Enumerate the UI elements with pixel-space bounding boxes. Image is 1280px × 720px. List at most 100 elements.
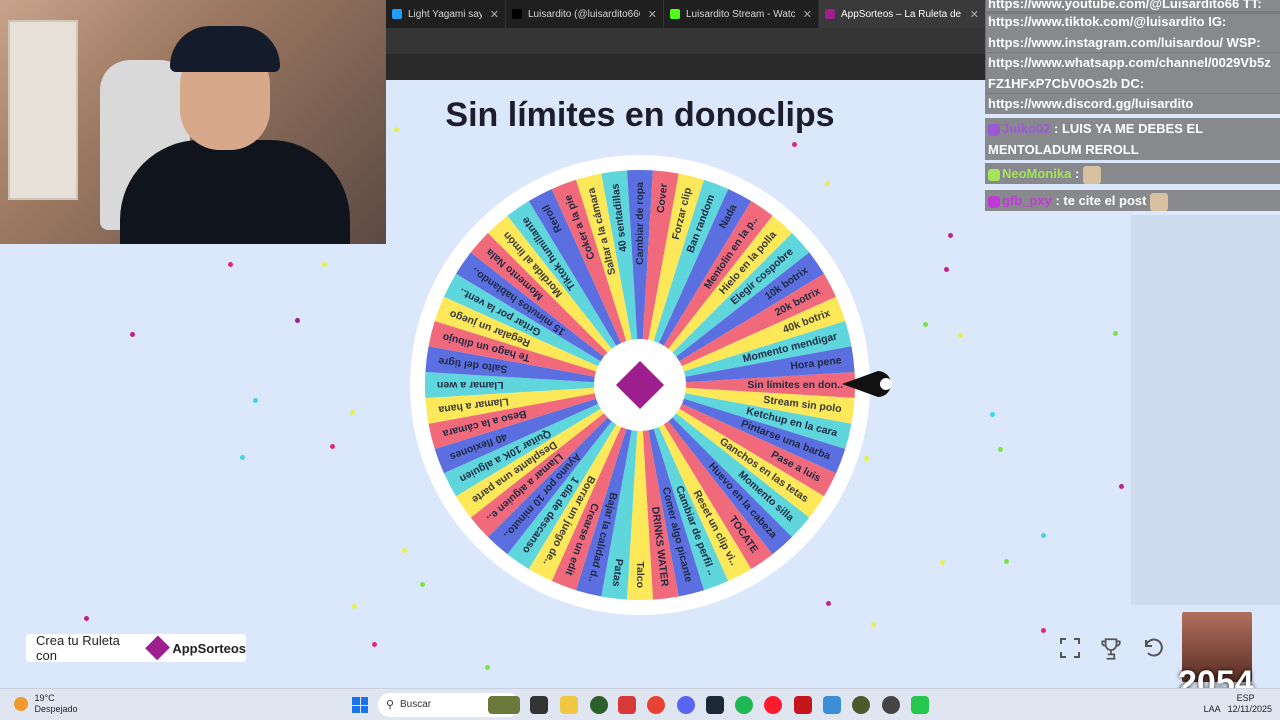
- tab-close-icon[interactable]: ✕: [970, 8, 979, 21]
- streamer-cap: [170, 26, 280, 72]
- chat-line: MENTOLADUM REROLL: [985, 139, 1280, 160]
- confetti-piece: [330, 444, 335, 449]
- confetti-piece: [130, 332, 135, 337]
- stream-chat: https://www.youtube.com/@Luisardito66 TT…: [985, 0, 1280, 215]
- spotify-icon[interactable]: [735, 696, 753, 714]
- chat-username[interactable]: NeoMonika: [1002, 166, 1071, 181]
- opera-icon[interactable]: [764, 696, 782, 714]
- clock-date: 12/11/2025: [1227, 704, 1272, 714]
- wheel-segment-label: Talco: [634, 561, 646, 588]
- confetti-piece: [402, 548, 407, 553]
- app-dark-icon[interactable]: [882, 696, 900, 714]
- steam-icon[interactable]: [706, 696, 724, 714]
- chat-username[interactable]: Juiko02: [1002, 121, 1050, 136]
- chat-line: NeoMonika :: [985, 163, 1280, 184]
- tab-label: Light Yagami saying: [408, 8, 482, 20]
- confetti-piece: [998, 447, 1003, 452]
- tab-close-icon[interactable]: ✕: [803, 8, 812, 21]
- roulette-wheel[interactable]: Sin límites en don..Stream sin poloKetch…: [410, 155, 870, 615]
- chat-message: MENTOLADUM REROLL: [988, 142, 1139, 157]
- browser-tab[interactable]: AppSorteos – La Ruleta de ✕: [819, 0, 986, 28]
- lang-indicator: ESP: [1236, 693, 1255, 703]
- wheel-segment-label: Sin límites en don..: [747, 379, 843, 391]
- chat-badge-icon: [988, 195, 1000, 208]
- chat-message: : te cite el post: [1051, 193, 1147, 208]
- confetti-piece: [352, 604, 357, 609]
- xbox-icon[interactable]: [590, 696, 608, 714]
- chat-line: Juiko02 : LUIS YA ME DEBES EL: [985, 118, 1280, 139]
- widget-game-icon[interactable]: [488, 696, 520, 714]
- confetti-piece: [350, 410, 355, 415]
- page-title: Sin límites en donoclips: [445, 96, 835, 134]
- chat-message: : LUIS YA ME DEBES EL: [1050, 121, 1204, 136]
- streamer-body: [120, 140, 350, 244]
- confetti-piece: [253, 398, 258, 403]
- chrome-icon[interactable]: [647, 696, 665, 714]
- wheel-pointer: [842, 371, 892, 397]
- weather-widget[interactable]: 19°C Despejado: [14, 693, 78, 715]
- chat-message: https://www.instagram.com/luisardou/ WSP…: [988, 35, 1261, 50]
- search-icon: ⚲: [386, 699, 395, 711]
- confetti-piece: [940, 560, 945, 565]
- chat-message: :: [1071, 166, 1080, 181]
- confetti-piece: [372, 642, 377, 647]
- fullscreen-icon[interactable]: [1057, 636, 1083, 662]
- browser-tab[interactable]: Light Yagami saying ✕: [386, 0, 506, 28]
- search-placeholder: Buscar: [400, 699, 432, 710]
- chat-line: FZ1HFxP7CbV0Os2b DC:: [985, 73, 1280, 94]
- bookmarks-bar: [386, 54, 986, 80]
- wheel-segment-label: Llamar a wen: [437, 379, 504, 391]
- system-tray[interactable]: ESP LAA 12/11/2025: [1204, 693, 1272, 715]
- chat-emote-icon: [1150, 192, 1169, 211]
- app-red-icon[interactable]: [618, 696, 636, 714]
- chat-message: https://www.tiktok.com/@luisardito IG:: [988, 14, 1227, 29]
- chat-line: https://www.discord.gg/luisardito: [985, 93, 1280, 114]
- tab-favicon-icon: [670, 9, 680, 19]
- address-bar[interactable]: [386, 28, 986, 54]
- chat-message: https://www.whatsapp.com/channel/0029Vb5…: [988, 55, 1271, 70]
- confetti-piece: [948, 233, 953, 238]
- pdf-icon[interactable]: [794, 696, 812, 714]
- weather-desc: Despejado: [34, 704, 78, 714]
- confetti-piece: [228, 262, 233, 267]
- tab-close-icon[interactable]: ✕: [648, 8, 657, 21]
- weather-sun-icon: [14, 697, 28, 711]
- brand-banner[interactable]: Crea tu Ruleta con AppSorteos: [26, 633, 246, 663]
- chat-emote-icon: [1083, 165, 1102, 184]
- reset-icon[interactable]: [1141, 636, 1167, 662]
- confetti-piece: [295, 318, 300, 323]
- shelf: [8, 20, 78, 200]
- chat-line: https://www.tiktok.com/@luisardito IG:: [985, 11, 1280, 32]
- obs-icon[interactable]: [852, 696, 870, 714]
- confetti-piece: [944, 267, 949, 272]
- side-panel: [1131, 215, 1280, 605]
- browser-tab[interactable]: Luisardito Stream - Watch Live ✕: [664, 0, 819, 28]
- tab-label: Luisardito Stream - Watch Live: [686, 8, 795, 20]
- confetti-piece: [394, 127, 399, 132]
- confetti-piece: [1113, 331, 1118, 336]
- confetti-piece: [84, 616, 89, 621]
- confetti-piece: [1041, 533, 1046, 538]
- tab-label: AppSorteos – La Ruleta de: [841, 8, 962, 20]
- brand-prefix: Crea tu Ruleta con: [36, 633, 120, 663]
- chat-message: https://www.discord.gg/luisardito: [988, 96, 1194, 111]
- confetti-piece: [958, 333, 963, 338]
- file-explorer-icon[interactable]: [560, 696, 578, 714]
- tab-close-icon[interactable]: ✕: [490, 8, 499, 21]
- browser-tab[interactable]: Luisardito (@luisardito666) / X ✕: [506, 0, 664, 28]
- tab-favicon-icon: [392, 9, 402, 19]
- confetti-piece: [871, 622, 876, 627]
- kick-icon[interactable]: [911, 696, 929, 714]
- trophy-icon[interactable]: [1098, 636, 1124, 662]
- confetti-piece: [923, 322, 928, 327]
- task-view-icon[interactable]: [530, 696, 548, 714]
- confetti-piece: [485, 665, 490, 670]
- notepad-icon[interactable]: [823, 696, 841, 714]
- discord-icon[interactable]: [677, 696, 695, 714]
- tab-label: Luisardito (@luisardito666) / X: [528, 8, 640, 20]
- confetti-piece: [1004, 559, 1009, 564]
- chat-username[interactable]: gfb_pxy: [1002, 193, 1052, 208]
- browser-tab-strip: Light Yagami saying✕Luisardito (@luisard…: [386, 0, 986, 28]
- brand-name: AppSorteos: [172, 640, 246, 656]
- start-button[interactable]: [352, 697, 368, 713]
